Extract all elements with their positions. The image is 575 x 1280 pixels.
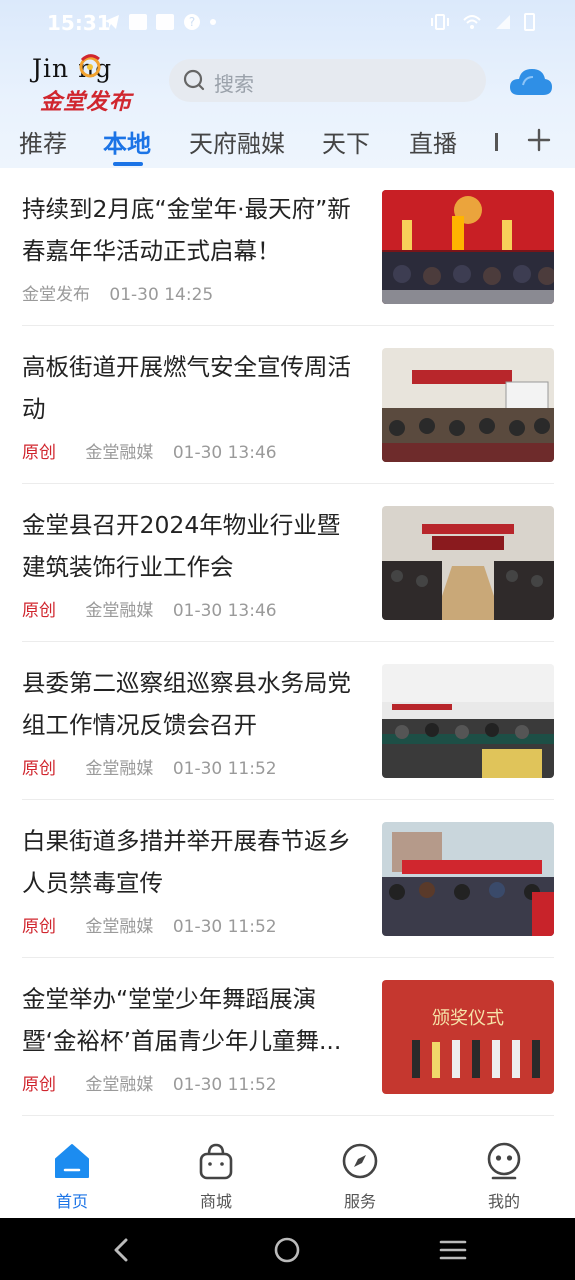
weather-cloud-icon[interactable]	[509, 63, 553, 97]
news-thumbnail: 颁奖仪式	[382, 980, 554, 1094]
status-time: 15:31	[47, 11, 111, 35]
app-logo: Jin ng 金堂发布	[32, 52, 150, 115]
news-thumbnail	[382, 348, 554, 462]
logo-swirl-icon	[79, 54, 101, 78]
news-source: 金堂发布	[22, 285, 90, 305]
tab-local[interactable]: 本地	[103, 124, 151, 159]
tab-world[interactable]: 天下	[322, 124, 370, 159]
news-item[interactable]: 县委第二巡察组巡察县水务局党组工作情况反馈会召开 原创 金堂融媒 01-30 1…	[22, 642, 554, 800]
original-tag: 原创	[22, 759, 56, 779]
nav-profile[interactable]: 我的	[464, 1142, 544, 1212]
news-meta: 原创 金堂融媒 01-30 13:46	[22, 438, 277, 463]
news-time: 01-30 13:46	[172, 443, 277, 463]
news-title: 持续到2月底“金堂年·最天府”新春嘉年华活动正式启幕！	[22, 195, 351, 265]
news-thumbnail	[382, 664, 554, 778]
telegram-icon	[105, 15, 119, 29]
wifi-icon	[463, 15, 481, 29]
tab-overflow-hint	[495, 133, 498, 151]
news-meta: 原创 金堂融媒 01-30 11:52	[22, 912, 277, 937]
search-bar[interactable]: 搜索	[169, 59, 486, 102]
signal-icon	[496, 15, 510, 29]
shopping-bag-icon	[199, 1143, 233, 1180]
news-meta: 原创 金堂融媒 01-30 13:46	[22, 596, 277, 621]
logo-text-cn: 金堂发布	[40, 90, 133, 115]
channel-tabs: 推荐 本地 天府融媒 天下 直播	[0, 124, 575, 168]
mail-icon	[129, 14, 147, 30]
news-time: 01-30 11:52	[172, 1075, 277, 1095]
mail-icon	[156, 14, 174, 30]
dot-icon	[210, 19, 216, 25]
news-item[interactable]: 金堂举办“堂堂少年舞蹈展演暨‘金裕杯’首届青少年儿童舞... 原创 金堂融媒 0…	[22, 958, 554, 1116]
divider	[22, 1115, 554, 1116]
profile-face-icon	[487, 1142, 521, 1180]
nav-service-label: 服务	[343, 1192, 376, 1211]
home-button-icon[interactable]	[273, 1236, 301, 1264]
tab-live[interactable]: 直播	[409, 124, 457, 159]
original-tag: 原创	[22, 601, 56, 621]
nav-service[interactable]: 服务	[320, 1142, 400, 1212]
menu-icon[interactable]	[439, 1238, 467, 1262]
search-placeholder: 搜索	[214, 72, 254, 96]
news-title: 白果街道多措并举开展春节返乡人员禁毒宣传	[22, 827, 351, 897]
news-title: 县委第二巡察组巡察县水务局党组工作情况反馈会召开	[22, 669, 351, 739]
notification-icons: ?	[104, 13, 216, 31]
nav-home-label: 首页	[55, 1192, 88, 1211]
active-tab-indicator	[113, 162, 143, 166]
news-time: 01-30 13:46	[172, 601, 277, 621]
news-thumbnail	[382, 822, 554, 936]
news-source: 金堂融媒	[85, 443, 154, 463]
news-item[interactable]: 高板街道开展燃气安全宣传周活动 原创 金堂融媒 01-30 13:46	[22, 326, 554, 484]
original-tag: 原创	[22, 443, 56, 463]
home-icon	[55, 1144, 89, 1178]
nav-mall[interactable]: 商城	[176, 1142, 256, 1212]
news-thumbnail	[382, 506, 554, 620]
news-title: 金堂举办“堂堂少年舞蹈展演暨‘金裕杯’首届青少年儿童舞...	[22, 985, 342, 1055]
news-title: 高板街道开展燃气安全宣传周活动	[22, 353, 351, 423]
news-time: 01-30 14:25	[109, 285, 214, 305]
news-item[interactable]: 白果街道多措并举开展春节返乡人员禁毒宣传 原创 金堂融媒 01-30 11:52	[22, 800, 554, 958]
help-icon: ?	[184, 14, 200, 30]
news-meta: 原创 金堂融媒 01-30 11:52	[22, 754, 277, 779]
tab-recommend[interactable]: 推荐	[19, 124, 67, 159]
vibrate-icon	[431, 14, 449, 30]
news-source: 金堂融媒	[85, 1075, 154, 1095]
bottom-navigation: 首页 商城 服务 我的	[0, 1128, 575, 1218]
news-source: 金堂融媒	[85, 759, 154, 779]
news-thumbnail	[382, 190, 554, 304]
news-item[interactable]: 持续到2月底“金堂年·最天府”新春嘉年华活动正式启幕！ 金堂发布 01-30 1…	[22, 168, 554, 326]
system-navigation-bar	[0, 1218, 575, 1280]
compass-icon	[342, 1143, 378, 1179]
status-bar: 15:31 ?	[0, 0, 575, 46]
award-banner-text: 颁奖仪式	[432, 1008, 504, 1029]
news-source: 金堂融媒	[85, 917, 154, 937]
system-icons	[430, 13, 535, 31]
news-time: 01-30 11:52	[172, 917, 277, 937]
nav-profile-label: 我的	[487, 1192, 520, 1211]
news-source: 金堂融媒	[85, 601, 154, 621]
app-header: 15:31 ? Jin ng 金堂发布 搜索 推荐 本地 天府融媒 天下 直播	[0, 0, 575, 168]
news-time: 01-30 11:52	[172, 759, 277, 779]
battery-icon	[524, 13, 535, 31]
back-icon[interactable]	[110, 1237, 132, 1263]
news-item[interactable]: 金堂县召开2024年物业行业暨建筑装饰行业工作会 原创 金堂融媒 01-30 1…	[22, 484, 554, 642]
news-meta: 原创 金堂融媒 01-30 11:52	[22, 1070, 277, 1095]
original-tag: 原创	[22, 917, 56, 937]
original-tag: 原创	[22, 1075, 56, 1095]
nav-mall-label: 商城	[199, 1192, 232, 1211]
nav-home[interactable]: 首页	[32, 1142, 112, 1212]
tab-tianfu-media[interactable]: 天府融媒	[189, 124, 285, 159]
news-title: 金堂县召开2024年物业行业暨建筑装饰行业工作会	[22, 511, 341, 581]
add-channel-icon[interactable]	[527, 128, 551, 152]
svg-text:?: ?	[189, 15, 195, 29]
search-icon	[183, 69, 205, 91]
news-meta: 金堂发布 01-30 14:25	[22, 280, 213, 305]
